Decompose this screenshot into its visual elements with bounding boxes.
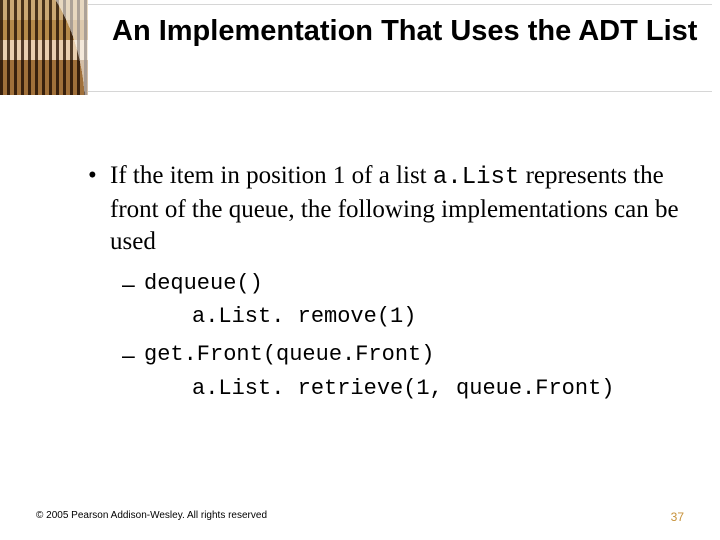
sub-bullet-head: dequeue() [144,270,690,299]
sub-bullet-list: – dequeue() a.List. remove(1) – get.Fron… [122,270,690,403]
sub-bullet-dash: – [122,270,144,299]
bullet-item: • If the item in position 1 of a list a.… [88,160,690,258]
decorative-overlay [0,0,88,95]
sub-bullet-item: – get.Front(queue.Front) [122,341,690,370]
sub-bullet-body: a.List. remove(1) [192,303,690,331]
page-number: 37 [671,510,684,524]
slide-header: An Implementation That Uses the ADT List [0,0,720,95]
bullet-text-pre: If the item in position 1 of a list [110,162,433,189]
header-rule-top [88,4,712,5]
sub-bullet-body: a.List. retrieve(1, queue.Front) [192,375,690,403]
sub-bullet-item: – dequeue() [122,270,690,299]
bullet-marker: • [88,160,110,258]
bullet-inline-code: a.List [433,164,519,191]
slide-footer: © 2005 Pearson Addison-Wesley. All right… [36,510,684,524]
bullet-text: If the item in position 1 of a list a.Li… [110,160,690,258]
slide-title: An Implementation That Uses the ADT List [112,14,700,48]
header-rule-bottom [88,91,712,92]
slide-body: • If the item in position 1 of a list a.… [88,160,690,413]
sub-bullet-head: get.Front(queue.Front) [144,341,690,370]
sub-bullet-dash: – [122,341,144,370]
copyright-text: © 2005 Pearson Addison-Wesley. All right… [36,510,267,524]
